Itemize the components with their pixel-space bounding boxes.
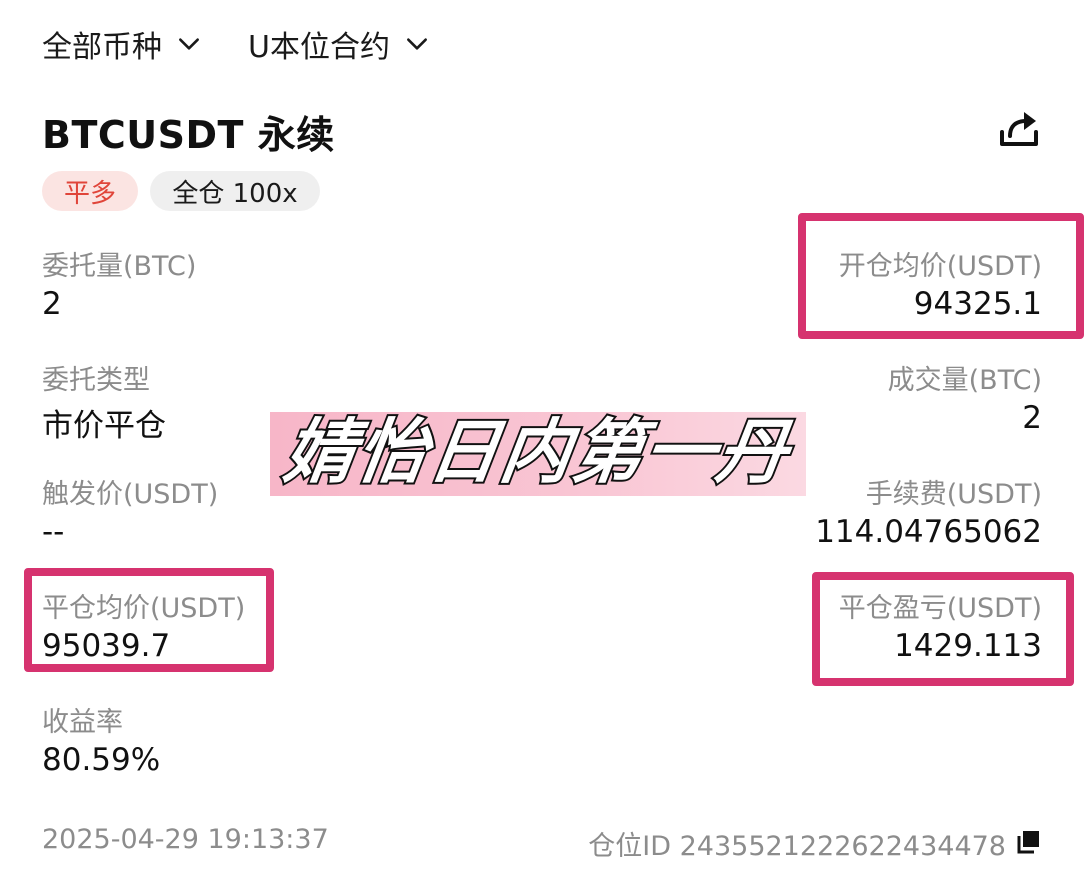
contract-filter-label: U本位合约: [248, 30, 390, 65]
coin-filter-label: 全部币种: [42, 30, 162, 65]
watermark-text: 婧怡日内第一丹: [277, 409, 797, 495]
page-title: BTCUSDT 永续: [42, 113, 335, 157]
close-avg-label: 平仓均价(USDT): [42, 593, 246, 624]
copy-icon[interactable]: [1014, 828, 1042, 856]
position-id: 仓位ID 2435521222622434478: [588, 831, 1006, 862]
roi-value: 80.59%: [42, 742, 161, 778]
margin-leverage-badge: 全仓 100x: [150, 171, 320, 211]
coin-filter-dropdown[interactable]: 全部币种: [42, 24, 202, 65]
order-type-value: 市价平仓: [42, 408, 166, 444]
order-qty-value: 2: [42, 286, 62, 322]
open-avg-value: 94325.1: [913, 286, 1042, 322]
trigger-price-label: 触发价(USDT): [42, 479, 219, 510]
open-avg-label: 开仓均价(USDT): [838, 251, 1042, 282]
trigger-price-value: --: [42, 514, 65, 550]
fee-label: 手续费(USDT): [865, 479, 1042, 510]
filled-qty-value: 2: [1022, 400, 1042, 436]
close-pnl-value: 1429.113: [894, 628, 1042, 664]
chevron-down-icon: [179, 38, 199, 50]
roi-label: 收益率: [42, 707, 123, 738]
side-badge: 平多: [42, 171, 138, 211]
close-pnl-label: 平仓盈亏(USDT): [838, 593, 1042, 624]
close-avg-value: 95039.7: [42, 628, 171, 664]
order-timestamp: 2025-04-29 19:13:37: [42, 824, 329, 855]
share-icon[interactable]: [998, 108, 1040, 150]
contract-filter-dropdown[interactable]: U本位合约: [248, 24, 430, 65]
fee-value: 114.04765062: [815, 514, 1042, 550]
order-qty-label: 委托量(BTC): [42, 251, 197, 282]
chevron-down-icon: [407, 38, 427, 50]
order-type-label: 委托类型: [42, 365, 150, 396]
filled-qty-label: 成交量(BTC): [887, 365, 1042, 396]
